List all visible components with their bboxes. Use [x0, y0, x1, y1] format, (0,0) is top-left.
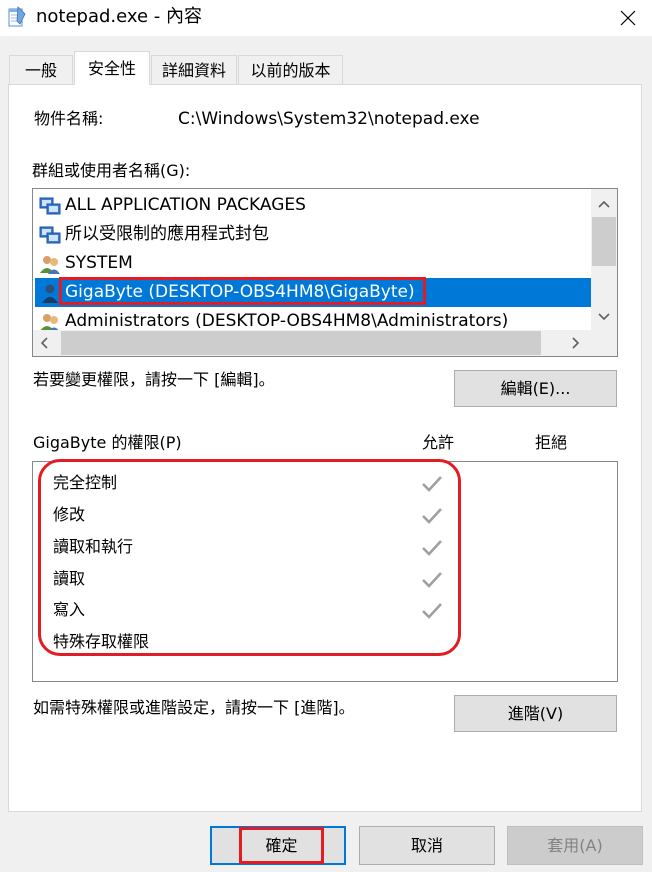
users-group-icon: [40, 256, 60, 274]
package-group-icon: [39, 226, 61, 244]
tab-general[interactable]: 一般: [9, 55, 73, 84]
user-icon: [42, 284, 58, 303]
advanced-button[interactable]: 進階(V): [454, 695, 617, 732]
object-name-label: 物件名稱:: [34, 109, 104, 128]
chevron-down-icon[interactable]: [598, 313, 610, 321]
allow-column-header: 允許: [422, 433, 455, 452]
highlight-permissions: [38, 459, 461, 656]
chevron-right-icon[interactable]: [572, 337, 580, 349]
list-item-label: 所以受限制的應用程式封包: [65, 224, 269, 244]
scrollbar-thumb[interactable]: [592, 217, 616, 266]
close-button[interactable]: [604, 0, 652, 36]
list-item-label: ALL APPLICATION PACKAGES: [65, 195, 306, 215]
scrollbar-thumb[interactable]: [61, 331, 541, 355]
list-item[interactable]: SYSTEM: [35, 249, 592, 278]
group-list[interactable]: ALL APPLICATION PACKAGES 所以受限制的應用程式封包 SY…: [32, 188, 618, 357]
edit-button[interactable]: 編輯(E)...: [454, 370, 617, 407]
object-name-value: C:\Windows\System32\notepad.exe: [178, 109, 480, 129]
highlight-selected-user: [59, 277, 426, 305]
package-group-icon: [39, 197, 61, 215]
list-item[interactable]: 所以受限制的應用程式封包: [35, 220, 592, 249]
deny-column-header: 拒絕: [535, 433, 568, 452]
list-item[interactable]: ALL APPLICATION PACKAGES: [35, 191, 592, 220]
window-title: notepad.exe - 內容: [36, 6, 203, 27]
groups-label: 群組或使用者名稱(G):: [32, 161, 191, 180]
close-icon: [620, 10, 636, 26]
users-group-icon: [40, 314, 60, 332]
horizontal-scrollbar[interactable]: [33, 330, 617, 356]
advanced-hint: 如需特殊權限或進階設定，請按一下 [進階]。: [33, 698, 355, 717]
tab-security[interactable]: 安全性: [74, 51, 150, 85]
apply-button[interactable]: 套用(A): [507, 826, 643, 865]
ok-button-label: 確定: [239, 827, 324, 864]
cancel-button[interactable]: 取消: [359, 826, 495, 865]
chevron-left-icon[interactable]: [40, 337, 48, 349]
tab-details[interactable]: 詳細資料: [151, 55, 237, 84]
tab-previous-versions[interactable]: 以前的版本: [238, 55, 343, 84]
chevron-up-icon[interactable]: [598, 200, 610, 208]
title-bar: notepad.exe - 內容: [0, 0, 652, 36]
notepad-icon: [8, 6, 26, 27]
edit-hint: 若要變更權限，請按一下 [編輯]。: [33, 370, 275, 389]
vertical-scrollbar[interactable]: [591, 189, 617, 330]
permissions-label: GigaByte 的權限(P): [33, 433, 182, 452]
list-item-label: SYSTEM: [65, 253, 133, 273]
